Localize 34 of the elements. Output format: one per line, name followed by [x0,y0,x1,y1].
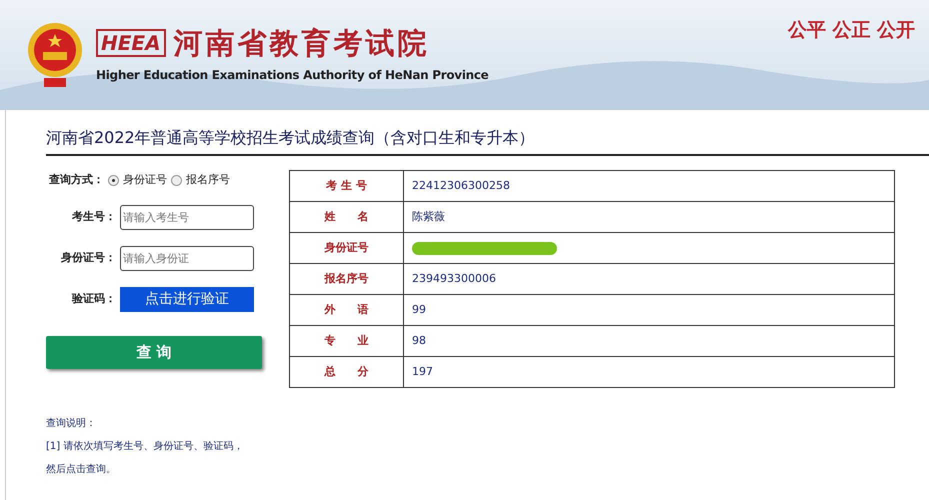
table-cell: 239493300006 [404,264,894,294]
table-cell: 总 分 [290,356,404,388]
notes-text: [1] 请依次填写考生号、身份证号、验证码， [46,440,244,454]
table-cell: 197 [404,356,894,388]
radio-button[interactable] [108,174,119,186]
site-title: 河南省教育考试院 [174,26,430,60]
table-cell: 98 [404,326,894,356]
slogan: 公平 公正 公开 [788,18,915,43]
table-cell: 99 [404,294,894,326]
notes-title: 查询说明： [46,416,97,431]
table-cell: 22412306300258 [404,170,894,202]
table-cell: 考 生 号 [290,170,404,202]
verify-button[interactable]: 点击进行验证 [120,286,254,312]
notes-text: 然后点击查询。 [46,462,117,477]
table-cell: 外 语 [290,294,404,326]
query-button[interactable]: 查 询 [46,336,262,368]
table-cell: 专 业 [290,326,404,356]
page-title: 河南省2022年普通高等学校招生考试成绩查询（含对口生和专升本） [46,126,929,156]
table-cell: 报名序号 [290,264,404,294]
emblem-icon [26,20,84,90]
field-label: 查询方式： [49,172,104,188]
site-subtitle: Higher Education Examinations Authority of HeNan Province [96,67,489,84]
input-field[interactable]: 请输入考生号 [120,204,254,230]
radio-label: 报名序号 [186,172,230,188]
field-label: 身份证号： [60,250,116,266]
radio-label: 身份证号 [123,172,167,188]
logo-text: HEEA [96,29,166,57]
radio-button[interactable] [171,174,182,186]
field-label: 考生号： [71,208,116,225]
table-cell: 陈紫薇 [404,202,894,232]
table-cell: 身份证号 [290,232,404,264]
field-label: 验证码： [70,290,116,307]
input-field[interactable]: 请输入身份证 [120,246,254,270]
table-cell: 姓 名 [290,202,404,232]
